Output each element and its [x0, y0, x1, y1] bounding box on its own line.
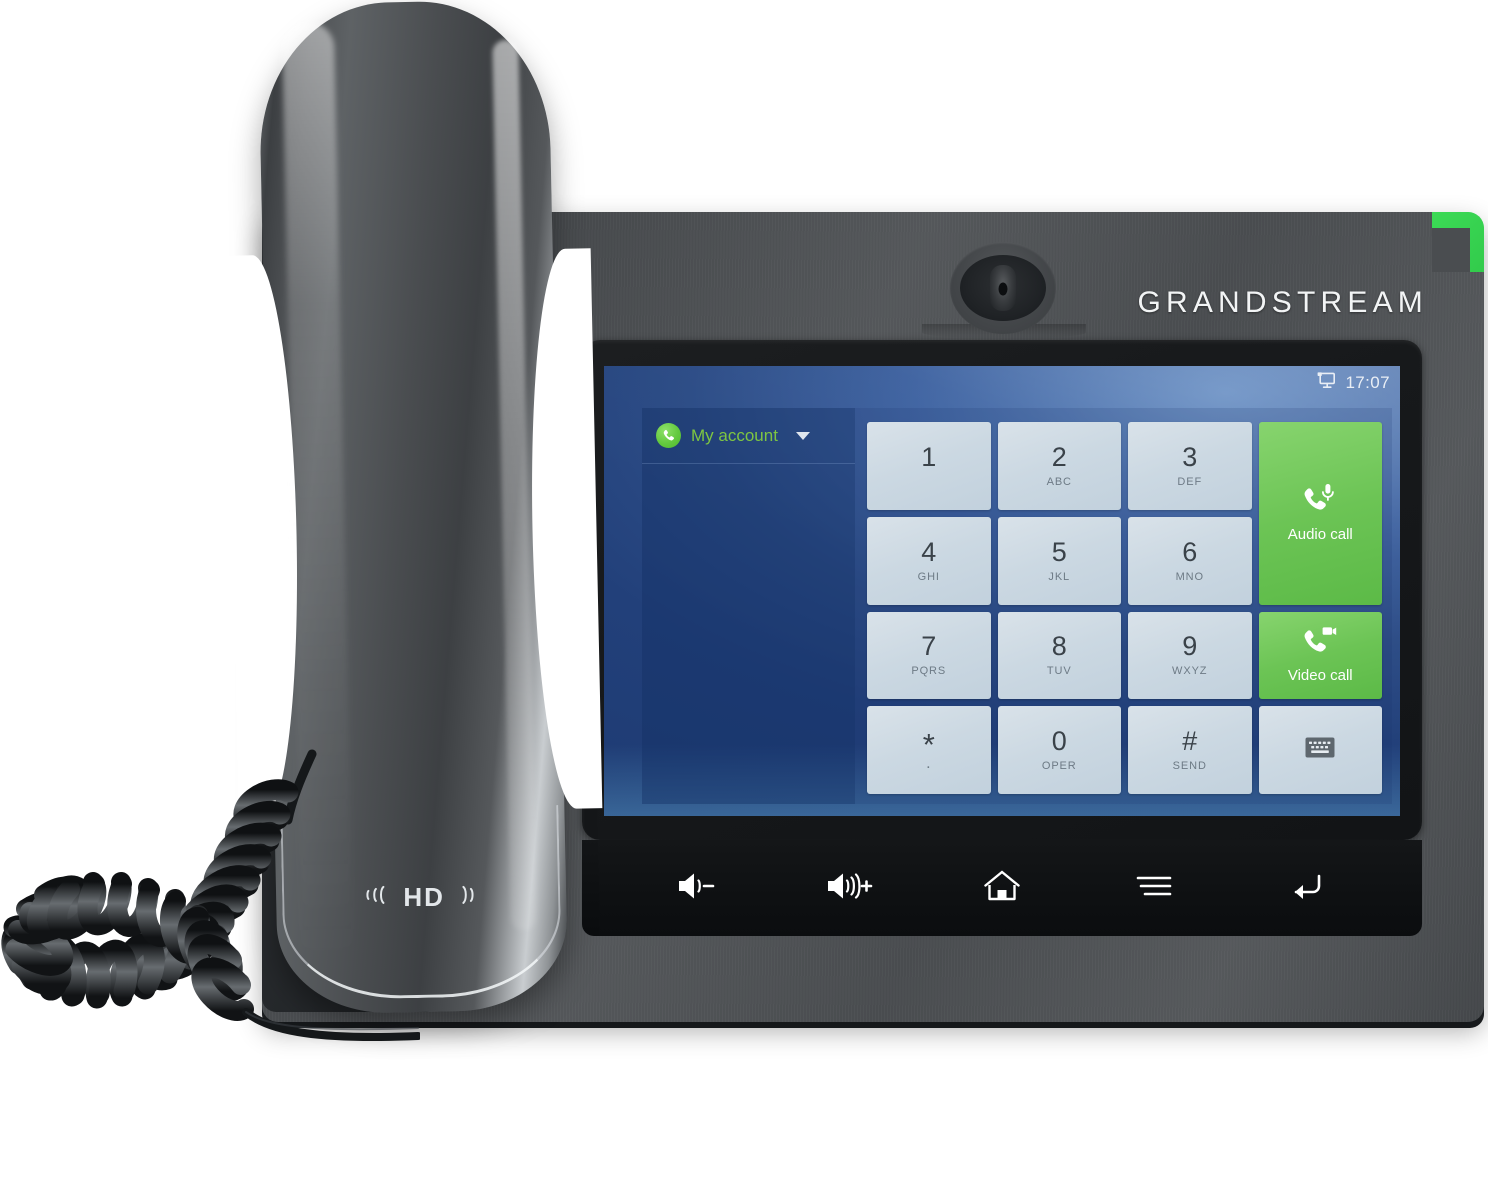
camera-pupil: [998, 282, 1008, 296]
key-letters: OPER: [1041, 760, 1077, 773]
key-digit: 7: [921, 631, 937, 662]
key-star[interactable]: * .: [867, 706, 991, 794]
key-letters: PQRS: [911, 665, 947, 678]
home-icon: [982, 868, 1022, 909]
key-letters: GHI: [917, 570, 940, 583]
keyboard-toggle-button[interactable]: [1258, 706, 1382, 794]
key-letters: WXYZ: [1172, 665, 1208, 678]
chevron-down-icon[interactable]: [795, 431, 810, 440]
key-4[interactable]: 4 GHI: [867, 516, 991, 605]
key-letters: DEF: [1177, 475, 1203, 488]
volume-down-button[interactable]: [653, 858, 743, 918]
audio-call-button[interactable]: Audio call: [1258, 422, 1382, 605]
menu-button[interactable]: [1109, 858, 1199, 918]
key-8[interactable]: 8 TUV: [997, 611, 1121, 700]
key-letters: SEND: [1172, 760, 1207, 773]
key-2[interactable]: 2 ABC: [997, 422, 1121, 510]
volume-up-icon: [825, 869, 875, 908]
key-letters: MNO: [1175, 570, 1204, 583]
key-9[interactable]: 9 WXYZ: [1128, 611, 1252, 700]
navigation-bar: [582, 840, 1422, 936]
brand-logo: GRANDSTREAM: [1137, 286, 1428, 319]
key-digit: 6: [1182, 536, 1198, 567]
key-letters: JKL: [1048, 570, 1071, 583]
key-1[interactable]: 1: [867, 422, 991, 510]
product-photo-scene: GRANDSTREAM 17:07 My account 1 2 ABC 3 D…: [0, 0, 1488, 1200]
key-digit: 3: [1182, 441, 1198, 472]
display-bezel: 17:07 My account 1 2 ABC 3 DEF Audio cal…: [582, 340, 1422, 840]
call-log-list: [642, 464, 855, 804]
monitor-icon: [1317, 372, 1336, 394]
front-camera-icon: [950, 242, 1056, 334]
key-digit: 8: [1051, 631, 1067, 662]
key-0[interactable]: 0 OPER: [997, 706, 1121, 794]
volume-up-button[interactable]: [805, 858, 895, 918]
key-letters: ABC: [1046, 475, 1072, 488]
key-5[interactable]: 5 JKL: [997, 516, 1121, 605]
key-hash[interactable]: # SEND: [1128, 706, 1252, 794]
key-letters: .: [926, 754, 932, 772]
back-button[interactable]: [1261, 858, 1351, 918]
key-digit: 1: [921, 441, 937, 472]
key-digit: 4: [921, 536, 937, 567]
key-6[interactable]: 6 MNO: [1128, 516, 1252, 605]
keypad-pane: 1 2 ABC 3 DEF Audio call 4 GHI 5 JKL 6 M…: [855, 408, 1392, 804]
call-history-pane: My account: [642, 408, 855, 804]
phone-handset-icon: [656, 423, 681, 448]
camera-lens: [960, 255, 1046, 321]
clock-label: 17:07: [1345, 373, 1390, 392]
account-selector[interactable]: My account: [642, 408, 855, 464]
account-label: My account: [691, 425, 778, 445]
camera-eye: [990, 265, 1016, 311]
key-digit: 9: [1182, 631, 1198, 662]
dialer-app: My account 1 2 ABC 3 DEF Audio call 4 GH…: [642, 408, 1392, 804]
video-call-label: Video call: [1287, 667, 1353, 685]
key-digit: #: [1182, 726, 1198, 757]
key-digit: 5: [1051, 536, 1067, 567]
status-bar: 17:07: [1317, 372, 1390, 394]
phone-microphone-icon: [1303, 483, 1337, 518]
key-3[interactable]: 3 DEF: [1128, 422, 1252, 510]
keyboard-icon: [1305, 737, 1335, 763]
green-corner-accent: [1432, 212, 1484, 272]
key-digit: 2: [1051, 441, 1067, 472]
key-digit: 0: [1051, 726, 1067, 757]
menu-icon: [1135, 871, 1173, 906]
back-arrow-icon: [1286, 870, 1326, 907]
touchscreen[interactable]: 17:07 My account 1 2 ABC 3 DEF Audio cal…: [604, 366, 1400, 816]
audio-call-label: Audio call: [1287, 526, 1353, 544]
key-7[interactable]: 7 PQRS: [867, 611, 991, 700]
key-letters: TUV: [1046, 665, 1072, 678]
volume-down-icon: [675, 869, 721, 908]
video-call-button[interactable]: Video call: [1258, 611, 1382, 700]
phone-video-icon: [1303, 626, 1337, 659]
signal-waves-right-icon: [459, 882, 483, 913]
dial-keypad: 1 2 ABC 3 DEF Audio call 4 GHI 5 JKL 6 M…: [867, 422, 1382, 794]
coiled-handset-cord: [1, 749, 420, 1041]
home-button[interactable]: [957, 858, 1047, 918]
